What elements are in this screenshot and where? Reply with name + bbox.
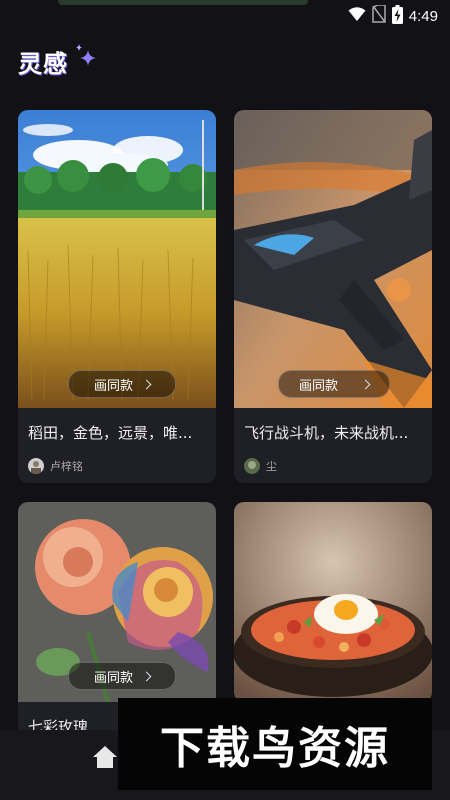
battery-charging-icon: [391, 4, 403, 28]
card-title: 飞行战斗机，未来战机...: [244, 424, 409, 442]
chevron-right-icon: [360, 379, 371, 389]
card-author[interactable]: 卢梓铭: [28, 458, 83, 474]
remix-label: 画同款: [93, 670, 133, 686]
remix-label: 画同款: [93, 378, 133, 394]
chevron-right-icon: [141, 671, 152, 681]
no-sim-icon: [372, 4, 386, 27]
remix-button[interactable]: 画同款: [68, 370, 176, 398]
remix-label: 画同款: [298, 378, 338, 394]
wifi-icon: [348, 6, 366, 26]
author-name: 尘: [266, 460, 277, 473]
status-indicator: [58, 0, 308, 5]
inspiration-card[interactable]: [234, 502, 432, 702]
author-name: 卢梓铭: [50, 460, 83, 473]
home-icon[interactable]: [92, 744, 118, 774]
remix-button[interactable]: 画同款: [278, 370, 390, 398]
card-image-rice-field: [18, 110, 216, 408]
status-bar: 4:49: [0, 0, 450, 32]
watermark-text: 下载鸟资源: [160, 723, 390, 774]
watermark-banner: 下载鸟资源: [118, 698, 432, 790]
card-title: 稻田，金色，远景，唯...: [28, 424, 193, 442]
page-header: 灵感: [18, 42, 100, 79]
remix-button[interactable]: 画同款: [68, 662, 176, 690]
avatar: [244, 458, 260, 474]
card-author[interactable]: 尘: [244, 458, 277, 474]
page-title: 灵感: [18, 50, 68, 78]
inspiration-card[interactable]: 画同款 飞行战斗机，未来战机... 尘: [234, 110, 432, 483]
chevron-right-icon: [141, 379, 152, 389]
sparkle-icon: [70, 42, 100, 76]
card-image-egg-rice-bowl: [234, 502, 432, 702]
status-time: 4:49: [408, 7, 438, 25]
inspiration-card[interactable]: 画同款 稻田，金色，远景，唯... 卢梓铭: [18, 110, 216, 483]
card-image-fighter-jet: [234, 110, 432, 408]
avatar: [28, 458, 44, 474]
